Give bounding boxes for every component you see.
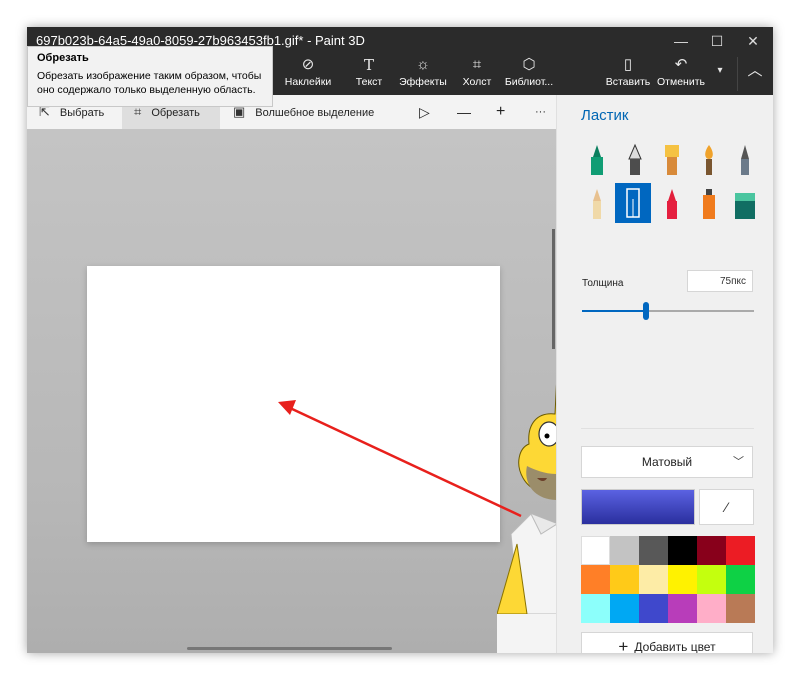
view-3d-icon: ▷ — [419, 104, 430, 120]
vertical-scrollbar[interactable] — [552, 229, 555, 349]
pixel-pen-icon[interactable] — [731, 143, 759, 177]
tooltip-description: Обрезать изображение таким образом, чтоб… — [37, 70, 262, 96]
undo-icon: ↶ — [674, 56, 688, 73]
collapse-ribbon-button[interactable]: ︿ — [737, 57, 772, 91]
fill-bucket-icon[interactable] — [731, 187, 759, 221]
color-palette — [581, 536, 755, 623]
color-swatch[interactable] — [639, 536, 668, 565]
select-label: Выбрать — [59, 107, 105, 119]
crop-label: Обрезать — [151, 107, 200, 119]
calligraphy-pen-icon[interactable] — [621, 143, 649, 177]
chevron-up-icon: ︿ — [747, 62, 763, 79]
color-swatch[interactable] — [610, 536, 639, 565]
finish-value: Матовый — [641, 455, 693, 469]
panel-title: Ластик — [581, 107, 629, 124]
horizontal-scrollbar[interactable] — [187, 647, 392, 650]
library-icon: ⬡ — [522, 56, 536, 73]
sticker-icon: ⊘ — [301, 56, 315, 73]
panel-divider — [581, 428, 754, 429]
thickness-input[interactable]: 75пкс — [687, 270, 753, 292]
eraser-icon — [626, 188, 640, 218]
color-swatch[interactable] — [639, 594, 668, 623]
zoom-out-icon: — — [457, 104, 471, 120]
finish-dropdown[interactable]: Матовый ﹀ — [581, 446, 753, 478]
more-options-button[interactable]: ··· — [535, 95, 546, 129]
zoom-in-button[interactable]: + — [496, 95, 505, 129]
homer-character-image — [497, 383, 556, 653]
close-button[interactable]: ✕ — [736, 29, 770, 53]
oil-brush-icon[interactable] — [658, 143, 686, 177]
plus-icon: + — [618, 637, 629, 653]
magic-select-label: Волшебное выделение — [255, 107, 375, 119]
undo-history-dropdown[interactable]: ▾ — [707, 57, 733, 91]
minimize-button[interactable]: — — [664, 29, 698, 53]
color-swatch[interactable] — [610, 594, 639, 623]
ribbon-stickers-button[interactable]: ⊘ Наклейки — [276, 57, 340, 91]
color-swatch[interactable] — [697, 565, 726, 594]
color-swatch[interactable] — [581, 594, 610, 623]
color-swatch[interactable] — [668, 565, 697, 594]
add-color-label: Добавить цвет — [634, 640, 716, 653]
ribbon-undo-button[interactable]: ↶ Отменить — [649, 57, 713, 91]
thickness-slider-fill — [582, 310, 646, 312]
tooltip-title: Обрезать — [37, 52, 89, 64]
color-swatch[interactable] — [581, 536, 610, 565]
paint3d-window: 697b023b-64a5-49a0-8059-27b963453fb1.gif… — [27, 27, 773, 653]
ribbon-library-button[interactable]: ⬡ Библиот... — [497, 57, 561, 91]
chevron-down-icon: ﹀ — [733, 456, 744, 468]
crop-tooltip: Обрезать Обрезать изображение таким обра… — [27, 46, 273, 107]
thickness-slider-thumb[interactable] — [643, 302, 649, 320]
spray-can-icon[interactable] — [695, 187, 723, 221]
color-swatch[interactable] — [639, 565, 668, 594]
canvas-workspace[interactable] — [27, 129, 556, 653]
color-swatch[interactable] — [697, 536, 726, 565]
eraser-tool-selected[interactable] — [615, 183, 651, 223]
thickness-slider[interactable] — [582, 302, 754, 320]
add-color-button[interactable]: + Добавить цвет — [581, 632, 753, 653]
watercolor-brush-icon[interactable] — [695, 143, 723, 177]
ribbon-label: Наклейки — [284, 76, 332, 88]
current-color-swatch[interactable] — [581, 489, 695, 525]
thickness-label: Толщина — [582, 278, 624, 289]
drawing-canvas[interactable] — [87, 266, 500, 542]
crayon-icon[interactable] — [658, 187, 686, 221]
color-swatch[interactable] — [726, 536, 755, 565]
color-swatch[interactable] — [581, 565, 610, 594]
color-swatch[interactable] — [697, 594, 726, 623]
color-swatch[interactable] — [668, 594, 697, 623]
color-swatch[interactable] — [726, 594, 755, 623]
maximize-button[interactable]: ☐ — [700, 29, 734, 53]
zoom-in-icon: + — [496, 103, 506, 120]
pencil-icon[interactable] — [583, 187, 611, 221]
view-3d-button[interactable]: ▷ — [419, 95, 430, 129]
color-swatch[interactable] — [610, 565, 639, 594]
chevron-down-icon: ▾ — [717, 65, 723, 76]
zoom-out-button[interactable]: — — [457, 95, 471, 129]
ribbon-label: Отменить — [657, 76, 705, 88]
color-swatch[interactable] — [668, 536, 697, 565]
marker-brush-icon[interactable] — [583, 143, 611, 177]
eyedropper-icon: ⁄ — [725, 499, 728, 515]
ribbon-label: Библиот... — [504, 76, 554, 88]
color-swatch[interactable] — [726, 565, 755, 594]
tool-panel: Ластик Толщина 75пкс Матовый ﹀ ⁄ + Добав… — [556, 95, 773, 653]
eyedropper-button[interactable]: ⁄ — [699, 489, 754, 525]
